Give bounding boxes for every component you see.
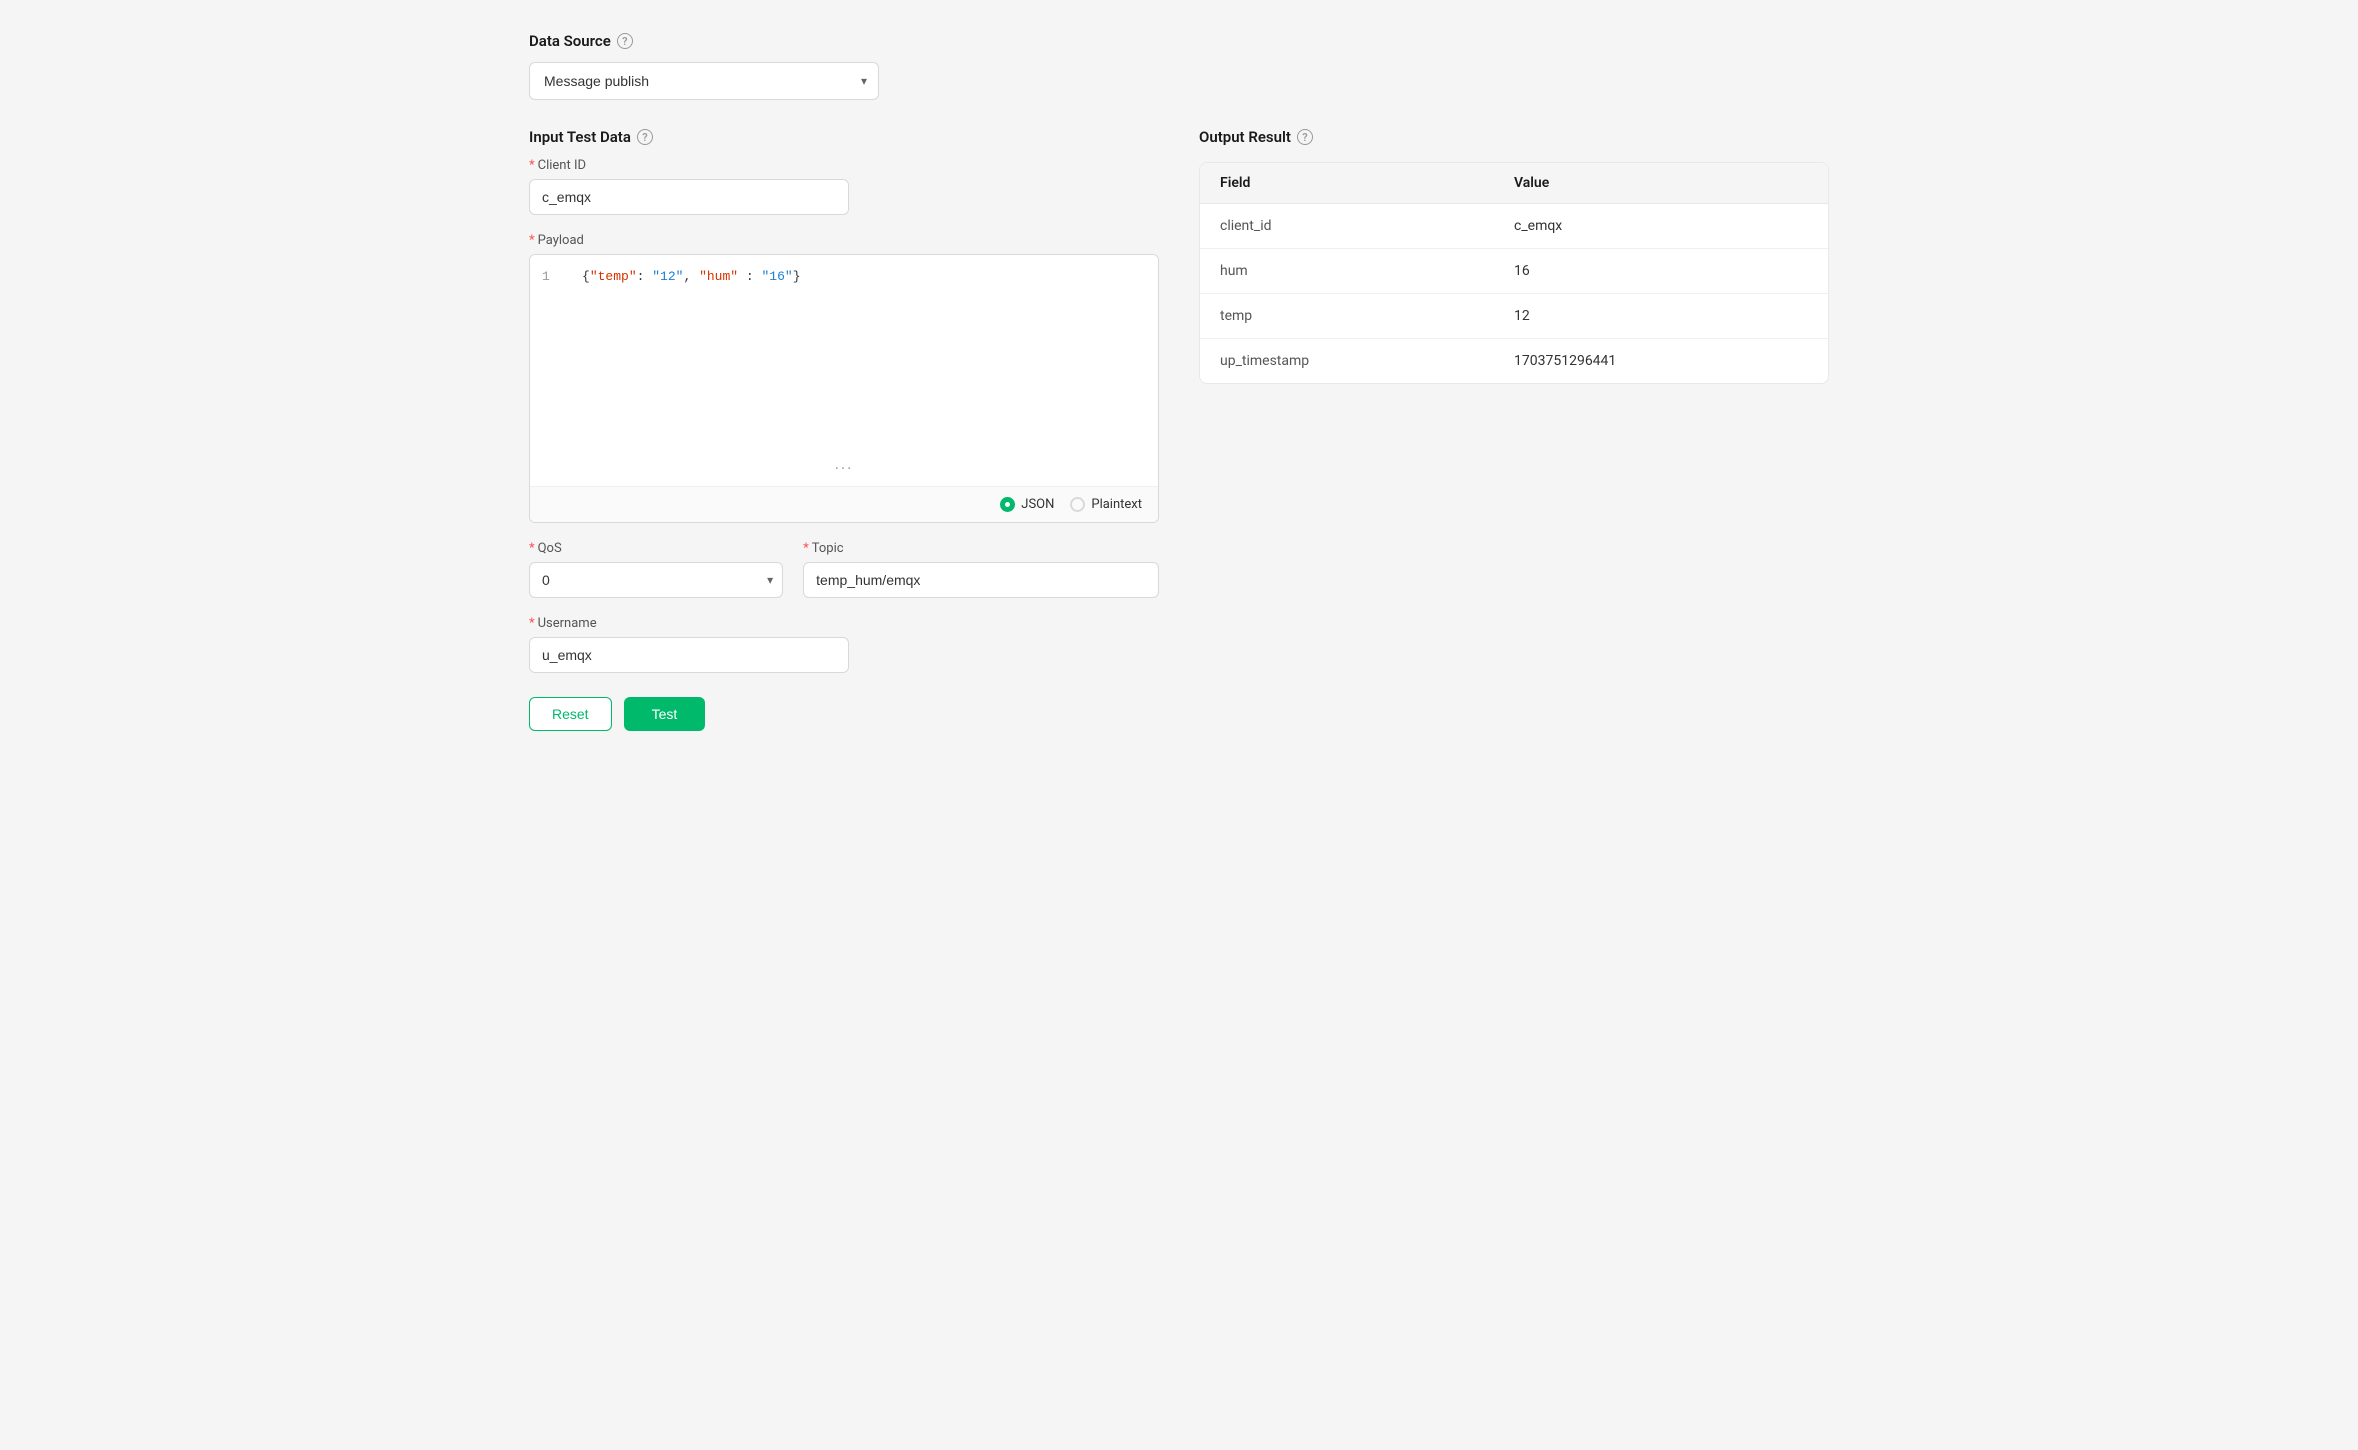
output-table-header: Field Value [1200, 163, 1828, 204]
output-header-value: Value [1514, 175, 1808, 191]
main-layout: Input Test Data ? * Client ID * Payload [529, 128, 1829, 731]
qos-select[interactable]: 0 1 2 [529, 562, 783, 598]
json-radio-group[interactable]: JSON [1000, 497, 1054, 512]
temp-key: "temp" [590, 269, 637, 284]
qos-select-wrapper: 0 1 2 ▾ [529, 562, 783, 598]
plaintext-radio-button[interactable] [1070, 497, 1085, 512]
topic-label: * Topic [803, 541, 1159, 556]
json-radio-label: JSON [1021, 497, 1054, 512]
value-client-id: c_emqx [1514, 218, 1808, 234]
close-brace: } [793, 269, 801, 284]
code-line-1: 1 {"temp": "12", "hum" : "16"} [530, 267, 1158, 286]
topic-group: * Topic [803, 541, 1159, 598]
open-brace: { [582, 269, 590, 284]
field-hum: hum [1220, 263, 1514, 279]
value-up-timestamp: 1703751296441 [1514, 353, 1808, 369]
hum-value: "16" [761, 269, 792, 284]
input-test-data-title: Input Test Data ? [529, 128, 1159, 146]
value-hum: 16 [1514, 263, 1808, 279]
table-row: client_id c_emqx [1200, 204, 1828, 249]
qos-label: * QoS [529, 541, 783, 556]
client-id-group: * Client ID [529, 158, 1159, 215]
payload-dots: ··· [530, 455, 1158, 486]
reset-button[interactable]: Reset [529, 697, 612, 731]
code-content-1: {"temp": "12", "hum" : "16"} [582, 269, 801, 284]
input-test-data-label: Input Test Data [529, 128, 631, 146]
table-row: hum 16 [1200, 249, 1828, 294]
output-result-title: Output Result ? [1199, 128, 1829, 146]
client-id-required-star: * [529, 158, 535, 173]
input-test-data-help-icon[interactable]: ? [637, 129, 653, 145]
right-column: Output Result ? Field Value client_id c_… [1199, 128, 1829, 384]
payload-required-star: * [529, 233, 535, 248]
payload-group: * Payload 1 {"temp": "12", "hum" : "16"}… [529, 233, 1159, 523]
left-column: Input Test Data ? * Client ID * Payload [529, 128, 1159, 731]
output-header-field: Field [1220, 175, 1514, 191]
field-temp: temp [1220, 308, 1514, 324]
client-id-input[interactable] [529, 179, 849, 215]
button-row: Reset Test [529, 697, 1159, 731]
qos-topic-row: * QoS 0 1 2 ▾ * Topic [529, 541, 1159, 598]
temp-value: "12" [652, 269, 683, 284]
payload-code-editor[interactable]: 1 {"temp": "12", "hum" : "16"} [530, 255, 1158, 455]
data-source-label: Data Source [529, 32, 611, 50]
plaintext-radio-label: Plaintext [1091, 497, 1142, 512]
page-container: Data Source ? Message publish ▾ Input Te… [529, 32, 1829, 731]
topic-required-star: * [803, 541, 809, 556]
data-source-title: Data Source ? [529, 32, 1829, 50]
test-button[interactable]: Test [624, 697, 706, 731]
client-id-label: * Client ID [529, 158, 1159, 173]
username-group: * Username [529, 616, 1159, 673]
payload-label: * Payload [529, 233, 1159, 248]
output-table: Field Value client_id c_emqx hum 16 temp… [1199, 162, 1829, 384]
data-source-section: Data Source ? Message publish ▾ [529, 32, 1829, 100]
username-label: * Username [529, 616, 1159, 631]
field-client-id: client_id [1220, 218, 1514, 234]
colon-2: : [738, 269, 761, 284]
line-number-1: 1 [542, 269, 566, 284]
payload-editor-container: 1 {"temp": "12", "hum" : "16"} ··· JSON [529, 254, 1159, 523]
comma-1: , [683, 269, 699, 284]
output-result-help-icon[interactable]: ? [1297, 129, 1313, 145]
field-up-timestamp: up_timestamp [1220, 353, 1514, 369]
username-required-star: * [529, 616, 535, 631]
qos-required-star: * [529, 541, 535, 556]
username-input[interactable] [529, 637, 849, 673]
table-row: up_timestamp 1703751296441 [1200, 339, 1828, 383]
hum-key: "hum" [699, 269, 738, 284]
qos-group: * QoS 0 1 2 ▾ [529, 541, 783, 598]
data-source-select[interactable]: Message publish [529, 62, 879, 100]
topic-input[interactable] [803, 562, 1159, 598]
value-temp: 12 [1514, 308, 1808, 324]
table-row: temp 12 [1200, 294, 1828, 339]
data-source-select-wrapper: Message publish ▾ [529, 62, 879, 100]
payload-footer: JSON Plaintext [530, 486, 1158, 522]
plaintext-radio-group[interactable]: Plaintext [1070, 497, 1142, 512]
colon-1: : [637, 269, 653, 284]
output-result-label: Output Result [1199, 128, 1291, 146]
data-source-help-icon[interactable]: ? [617, 33, 633, 49]
json-radio-button[interactable] [1000, 497, 1015, 512]
